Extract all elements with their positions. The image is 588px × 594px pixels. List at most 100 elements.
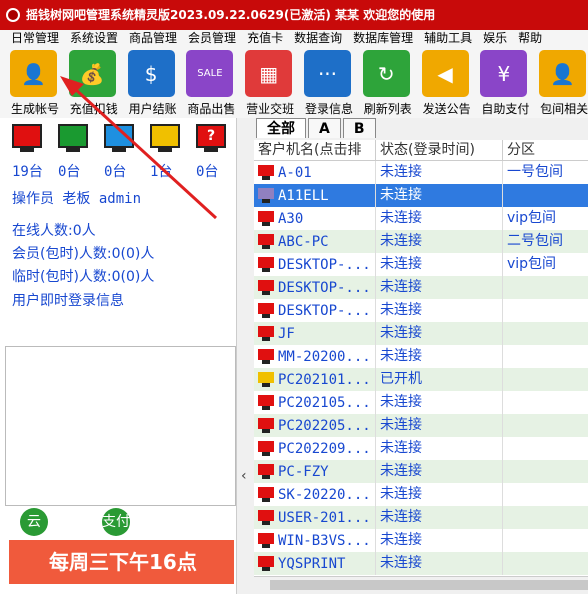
cloud-button[interactable]: 云	[20, 508, 48, 536]
toolbar-button[interactable]: ¥ 自助支付	[470, 46, 529, 118]
table-row[interactable]: JF 未连接	[254, 322, 588, 345]
monitor-stand	[158, 148, 172, 152]
table-row[interactable]: A-01 未连接 一号包间	[254, 161, 588, 184]
toolbar-button[interactable]: ··· 登录信息	[294, 46, 353, 118]
toolbar-button[interactable]: 👤 生成帐号	[0, 46, 59, 118]
computer-icon	[256, 394, 276, 411]
title-bar: 摇钱树网吧管理系统精灵版2023.09.22.0629(已激活) 某某 欢迎您的…	[0, 0, 588, 30]
client-name: PC202209...	[278, 440, 371, 457]
monitor-screen: ?	[196, 124, 226, 148]
computer-icon	[256, 463, 276, 480]
table-row[interactable]: PC202105... 未连接	[254, 391, 588, 414]
table-row[interactable]: MM-20200... 未连接	[254, 345, 588, 368]
status-cell: 未连接	[376, 414, 503, 437]
client-name-cell: A11ELL	[254, 184, 376, 207]
computer-icon	[256, 417, 276, 434]
monitor-count: 0台	[196, 164, 219, 180]
menu-item[interactable]: 充值卡	[236, 30, 283, 46]
column-status[interactable]: 状态(登录时间)	[376, 140, 503, 160]
client-name: A30	[278, 210, 304, 227]
horizontal-scrollbar[interactable]	[254, 576, 588, 592]
tab-0[interactable]: 全部	[256, 118, 306, 138]
computer-icon	[256, 486, 276, 503]
table-row[interactable]: ABC-PC 未连接 二号包间	[254, 230, 588, 253]
table-row[interactable]: USER-201... 未连接	[254, 506, 588, 529]
table-row[interactable]: A30 未连接 vip包间	[254, 207, 588, 230]
computer-stand	[262, 222, 270, 226]
computer-screen	[258, 487, 274, 498]
toolbar-button[interactable]: SALE 商品出售	[176, 46, 235, 118]
computer-screen	[258, 556, 274, 567]
computer-icon	[256, 164, 276, 181]
toolbar-button[interactable]: 👤 包间相关	[529, 46, 588, 118]
menu-item[interactable]: 娱乐	[472, 30, 507, 46]
toolbar-button[interactable]: ◀ 发送公告	[412, 46, 471, 118]
menu-item[interactable]: 数据库管理	[342, 30, 413, 46]
computer-stand	[262, 383, 270, 387]
table-row[interactable]: YQSPRINT 未连接	[254, 552, 588, 575]
zone-cell	[503, 552, 588, 575]
login-info-box[interactable]	[5, 346, 236, 506]
menu-item[interactable]: 数据查询	[283, 30, 342, 46]
zone-cell	[503, 460, 588, 483]
status-cell: 未连接	[376, 276, 503, 299]
toolbar-button[interactable]: 💰 充值扣钱	[59, 46, 118, 118]
column-client-name[interactable]: 客户机名(点击排	[254, 140, 376, 160]
member-count: 会员(包时)人数:0(0)人	[12, 246, 155, 262]
computer-screen	[258, 533, 274, 544]
computer-screen	[258, 510, 274, 521]
zone-cell	[503, 184, 588, 207]
client-name: PC202205...	[278, 417, 371, 434]
client-name: PC202101...	[278, 371, 371, 388]
tab-1[interactable]: A	[308, 118, 341, 138]
toolbar-button[interactable]: ↻ 刷新列表	[353, 46, 412, 118]
client-name-cell: PC202105...	[254, 391, 376, 414]
promo-banner[interactable]: 每周三下午16点	[9, 540, 234, 584]
computer-screen	[258, 211, 274, 222]
client-name: USER-201...	[278, 509, 371, 526]
toolbar-button[interactable]: ▦ 营业交班	[235, 46, 294, 118]
table-row[interactable]: SK-20220... 未连接	[254, 483, 588, 506]
table-row[interactable]: PC-FZY 未连接	[254, 460, 588, 483]
client-name-cell: YQSPRINT	[254, 552, 376, 575]
menu-item[interactable]: 帮助	[507, 30, 542, 46]
status-cell: 未连接	[376, 483, 503, 506]
yen-icon: ¥	[480, 50, 528, 97]
monitor-screen	[12, 124, 42, 148]
zone-cell: vip包间	[507, 256, 557, 272]
client-name-cell: ABC-PC	[254, 230, 376, 253]
client-name: MM-20200...	[278, 348, 371, 365]
panel-splitter[interactable]: ‹	[236, 118, 254, 594]
tab-2[interactable]: B	[342, 118, 376, 138]
table-row[interactable]: PC202209... 未连接	[254, 437, 588, 460]
status-cell: 未连接	[376, 391, 503, 414]
table-row[interactable]: DESKTOP-... 未连接	[254, 276, 588, 299]
menu-item[interactable]: 日常管理	[0, 30, 59, 46]
menu-item[interactable]: 辅助工具	[413, 30, 472, 46]
monitor-status-icon	[150, 124, 180, 152]
zone-cell: 二号包间	[507, 233, 563, 249]
client-name: A11ELL	[278, 187, 329, 204]
pay-button[interactable]: 支付	[102, 508, 130, 536]
computer-icon	[256, 532, 276, 549]
computer-screen	[258, 349, 274, 360]
computer-icon	[256, 371, 276, 388]
table-row[interactable]: WIN-B3VS... 未连接	[254, 529, 588, 552]
table-row[interactable]: A11ELL 未连接	[254, 184, 588, 207]
menu-item[interactable]: 商品管理	[118, 30, 177, 46]
client-name-cell: A-01	[254, 161, 376, 184]
table-row[interactable]: DESKTOP-... 未连接	[254, 299, 588, 322]
menu-item[interactable]: 会员管理	[177, 30, 236, 46]
status-cell: 未连接	[376, 230, 503, 253]
computer-icon	[256, 233, 276, 250]
collapse-arrow-icon[interactable]: ‹	[241, 468, 247, 484]
computer-stand	[262, 567, 270, 571]
table-row[interactable]: PC202205... 未连接	[254, 414, 588, 437]
toolbar-button[interactable]: $ 用户结账	[118, 46, 177, 118]
menu-item[interactable]: 系统设置	[59, 30, 118, 46]
client-name-cell: MM-20200...	[254, 345, 376, 368]
column-zone[interactable]: 分区	[503, 140, 588, 160]
table-row[interactable]: PC202101... 已开机	[254, 368, 588, 391]
table-row[interactable]: DESKTOP-... 未连接 vip包间	[254, 253, 588, 276]
scrollbar-thumb[interactable]	[270, 580, 588, 590]
